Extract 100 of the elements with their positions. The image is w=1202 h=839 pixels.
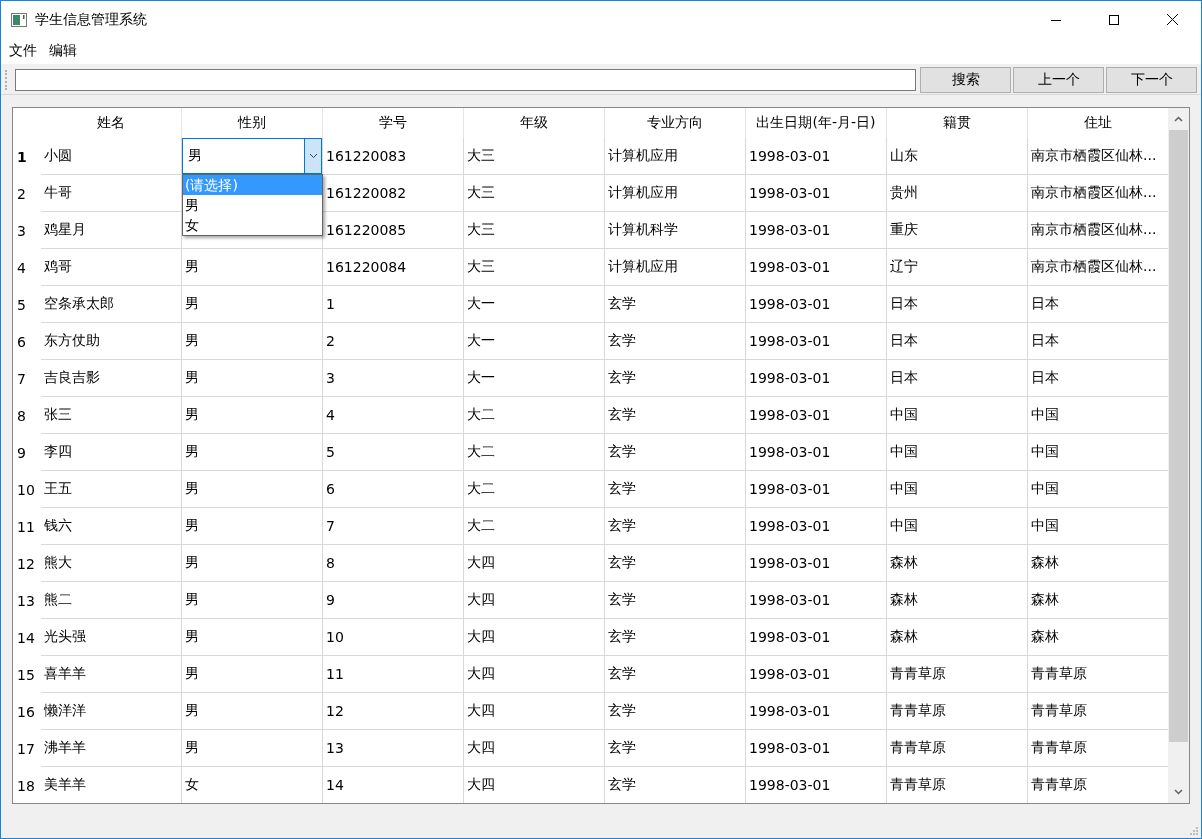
table-cell: 大三 bbox=[464, 138, 605, 175]
table-cell: 大三 bbox=[464, 175, 605, 212]
scroll-up-icon[interactable] bbox=[1174, 116, 1183, 122]
menu-item[interactable]: 编辑 bbox=[43, 42, 83, 60]
table-cell: 玄学 bbox=[605, 471, 746, 508]
row-number: 9 bbox=[13, 434, 41, 471]
toolbar-button[interactable]: 上一个 bbox=[1013, 67, 1104, 93]
table-cell: 男 bbox=[182, 693, 323, 730]
table-cell: 大四 bbox=[464, 656, 605, 693]
window-title: 学生信息管理系统 bbox=[35, 10, 148, 29]
table-cell: 熊大 bbox=[41, 545, 182, 582]
search-field[interactable] bbox=[15, 69, 916, 91]
table-cell: 大一 bbox=[464, 286, 605, 323]
table-cell: 大四 bbox=[464, 730, 605, 767]
row-number: 12 bbox=[13, 545, 41, 582]
scroll-thumb[interactable] bbox=[1169, 130, 1188, 742]
table-cell: 青青草原 bbox=[887, 730, 1028, 767]
row-number: 6 bbox=[13, 323, 41, 360]
column-header[interactable]: 姓名 bbox=[41, 108, 182, 138]
table-cell: 男 bbox=[182, 434, 323, 471]
table-cell: 女 bbox=[182, 767, 323, 803]
table-cell: 大一 bbox=[464, 323, 605, 360]
row-number: 1 bbox=[13, 138, 41, 175]
table-cell: 1998-03-01 bbox=[746, 286, 887, 323]
table-cell: 玄学 bbox=[605, 434, 746, 471]
column-header[interactable]: 学号 bbox=[323, 108, 464, 138]
table-cell: 重庆 bbox=[887, 212, 1028, 249]
table-cell: 1998-03-01 bbox=[746, 249, 887, 286]
table-cell: 玄学 bbox=[605, 397, 746, 434]
table-cell: 4 bbox=[323, 397, 464, 434]
table-cell: 熊二 bbox=[41, 582, 182, 619]
row-number: 7 bbox=[13, 360, 41, 397]
table-cell: 男 bbox=[182, 582, 323, 619]
table-cell: 1998-03-01 bbox=[746, 619, 887, 656]
row-number: 14 bbox=[13, 619, 41, 656]
table-cell: 中国 bbox=[887, 434, 1028, 471]
column-header[interactable]: 年级 bbox=[464, 108, 605, 138]
table-cell: 大四 bbox=[464, 693, 605, 730]
table-cell: 大四 bbox=[464, 582, 605, 619]
table-cell: 玄学 bbox=[605, 693, 746, 730]
row-number: 13 bbox=[13, 582, 41, 619]
table-cell: 中国 bbox=[887, 471, 1028, 508]
table-cell: 王五 bbox=[41, 471, 182, 508]
table-cell: 男 bbox=[182, 360, 323, 397]
table-cell: 1998-03-01 bbox=[746, 175, 887, 212]
table-cell: 喜羊羊 bbox=[41, 656, 182, 693]
close-icon bbox=[1166, 14, 1178, 25]
table-cell: 男 bbox=[182, 471, 323, 508]
table-cell: 辽宁 bbox=[887, 249, 1028, 286]
toolbar-button[interactable]: 下一个 bbox=[1106, 67, 1197, 93]
table-cell: 空条承太郎 bbox=[41, 286, 182, 323]
table-cell: 玄学 bbox=[605, 582, 746, 619]
table-cell: 青青草原 bbox=[887, 693, 1028, 730]
table-cell: 男 bbox=[182, 730, 323, 767]
table-cell: 钱六 bbox=[41, 508, 182, 545]
table-cell: 玄学 bbox=[605, 619, 746, 656]
table-cell: 玄学 bbox=[605, 508, 746, 545]
row-number: 16 bbox=[13, 693, 41, 730]
table-cell: 中国 bbox=[887, 397, 1028, 434]
row-number: 5 bbox=[13, 286, 41, 323]
table-cell: 光头强 bbox=[41, 619, 182, 656]
column-header[interactable]: 籍贯 bbox=[887, 108, 1028, 138]
table-cell: 1998-03-01 bbox=[746, 323, 887, 360]
row-number: 10 bbox=[13, 471, 41, 508]
table-cell: 12 bbox=[323, 693, 464, 730]
table-cell: 9 bbox=[323, 582, 464, 619]
gender-dropdown[interactable]: 男 bbox=[182, 138, 322, 174]
table-cell: 1998-03-01 bbox=[746, 767, 887, 803]
table-cell: 1998-03-01 bbox=[746, 397, 887, 434]
table-cell: 5 bbox=[323, 434, 464, 471]
row-number: 4 bbox=[13, 249, 41, 286]
table-cell: 1998-03-01 bbox=[746, 212, 887, 249]
row-number: 3 bbox=[13, 212, 41, 249]
table-cell: 东方仗助 bbox=[41, 323, 182, 360]
table-cell: 1998-03-01 bbox=[746, 545, 887, 582]
dropdown-option[interactable]: 女 bbox=[183, 215, 322, 235]
table-cell: 2 bbox=[323, 323, 464, 360]
dropdown-option[interactable]: 男 bbox=[183, 195, 322, 215]
scroll-down-icon[interactable] bbox=[1174, 789, 1183, 795]
table-cell: 鸡星月 bbox=[41, 212, 182, 249]
table-cell: 玄学 bbox=[605, 730, 746, 767]
column-header[interactable]: 专业方向 bbox=[605, 108, 746, 138]
scrollbar[interactable] bbox=[1168, 108, 1189, 803]
table-cell: 计算机应用 bbox=[605, 249, 746, 286]
table-cell: 张三 bbox=[41, 397, 182, 434]
table-cell: 大四 bbox=[464, 619, 605, 656]
row-number: 18 bbox=[13, 767, 41, 803]
table-cell: 161220085 bbox=[323, 212, 464, 249]
table-cell: 8 bbox=[323, 545, 464, 582]
toolbar-button[interactable]: 搜索 bbox=[920, 67, 1011, 93]
table-cell: 男 bbox=[182, 286, 323, 323]
table-cell: 森林 bbox=[887, 582, 1028, 619]
table-cell: 10 bbox=[323, 619, 464, 656]
column-header[interactable]: 出生日期(年-月-日) bbox=[746, 108, 887, 138]
table-cell: 贵州 bbox=[887, 175, 1028, 212]
menu-item[interactable]: 文件 bbox=[3, 42, 43, 60]
table-cell: 大四 bbox=[464, 767, 605, 803]
table-cell: 玄学 bbox=[605, 360, 746, 397]
row-number: 11 bbox=[13, 508, 41, 545]
resize-grip-icon[interactable] bbox=[1189, 826, 1199, 836]
